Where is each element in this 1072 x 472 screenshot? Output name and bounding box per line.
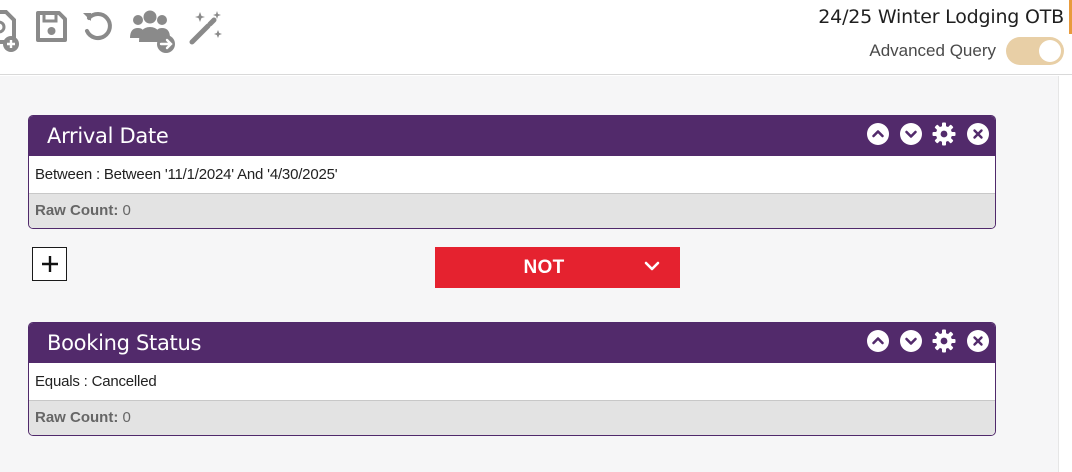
save-icon[interactable] [35,10,68,43]
remove-filter-icon[interactable] [966,122,990,146]
toolbar: 24/25 Winter Lodging OTB Advanced Query [0,0,1072,75]
raw-count-label: Raw Count: [35,202,119,219]
filter-condition: Between : Between '11/1/2024' And '4/30/… [29,156,995,194]
new-query-icon[interactable] [0,8,22,54]
advanced-query-label: Advanced Query [869,41,996,60]
operator-label: NOT [523,257,565,278]
settings-gear-icon[interactable] [932,329,956,353]
magic-wand-icon[interactable] [186,8,226,46]
undo-icon[interactable] [81,10,115,44]
raw-count: Raw Count: 0 [29,194,995,228]
operator-dropdown[interactable]: NOT [435,247,680,288]
raw-count-value: 0 [122,409,131,426]
query-builder: Arrival Date Between: Between '11/1/202… [0,76,1072,472]
filter-card-arrival-date: Arrival Date Between: Between '11/1/202… [28,115,996,229]
filter-card-booking-status: Booking Status Equals: Cancelled Raw Co… [28,322,996,436]
raw-count: Raw Count: 0 [29,401,995,435]
share-users-icon[interactable] [128,8,180,54]
raw-count-label: Raw Count: [35,409,119,426]
move-up-icon[interactable] [866,329,890,353]
move-down-icon[interactable] [899,122,923,146]
toggle-knob [1039,40,1061,62]
plus-icon [41,256,58,272]
advanced-query-toggle[interactable] [1006,37,1064,65]
chevron-down-icon [644,261,660,271]
remove-filter-icon[interactable] [966,329,990,353]
filter-card-title: Booking Status [47,331,202,355]
move-up-icon[interactable] [866,122,890,146]
filter-card-header: Arrival Date [29,116,995,156]
move-down-icon[interactable] [899,329,923,353]
raw-count-value: 0 [122,202,131,219]
filter-card-header: Booking Status [29,323,995,363]
query-title: 24/25 Winter Lodging OTB [818,6,1064,28]
settings-gear-icon[interactable] [932,122,956,146]
filter-condition: Equals : Cancelled [29,363,995,401]
add-filter-button[interactable] [32,247,67,281]
filter-card-title: Arrival Date [47,124,169,148]
vertical-scrollbar[interactable] [1058,76,1072,472]
